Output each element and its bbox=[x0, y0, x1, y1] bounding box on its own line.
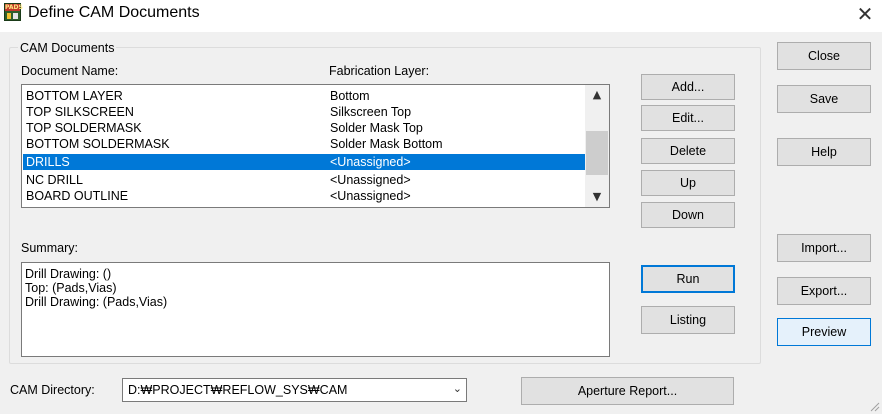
import-button[interactable]: Import... bbox=[777, 234, 871, 262]
document-name: BOTTOM SOLDERMASK bbox=[26, 137, 170, 151]
fabrication-layer: <Unassigned> bbox=[330, 189, 411, 203]
pads-app-icon: PADS bbox=[4, 3, 23, 21]
down-button[interactable]: Down bbox=[641, 202, 735, 228]
summary-box[interactable]: Drill Drawing: () Top: (Pads,Vias) Drill… bbox=[21, 262, 610, 357]
list-item[interactable]: NC DRILL <Unassigned> bbox=[23, 172, 585, 188]
fabrication-layer: Solder Mask Bottom bbox=[330, 137, 443, 151]
fabrication-layer-header: Fabrication Layer: bbox=[329, 64, 430, 78]
preview-button[interactable]: Preview bbox=[777, 318, 871, 346]
edit-button[interactable]: Edit... bbox=[641, 105, 735, 131]
resize-grip-icon[interactable] bbox=[868, 400, 880, 412]
document-name: NC DRILL bbox=[26, 173, 83, 187]
summary-line: Top: (Pads,Vias) bbox=[25, 281, 117, 295]
export-button[interactable]: Export... bbox=[777, 277, 871, 305]
help-button[interactable]: Help bbox=[777, 138, 871, 166]
app-icon-chip bbox=[7, 13, 11, 19]
cam-directory-label: CAM Directory: bbox=[10, 383, 95, 397]
scroll-up-icon[interactable]: ▲ bbox=[585, 85, 609, 105]
aperture-report-button[interactable]: Aperture Report... bbox=[521, 377, 734, 405]
list-item[interactable]: BOARD OUTLINE <Unassigned> bbox=[23, 188, 585, 204]
document-name-header: Document Name: bbox=[21, 64, 119, 78]
fabrication-layer: <Unassigned> bbox=[330, 155, 411, 169]
document-name: TOP SILKSCREEN bbox=[26, 105, 134, 119]
delete-button[interactable]: Delete bbox=[641, 138, 735, 164]
fabrication-layer: Solder Mask Top bbox=[330, 121, 423, 135]
document-name: BOARD OUTLINE bbox=[26, 189, 129, 203]
scroll-down-icon[interactable]: ▼ bbox=[585, 187, 609, 207]
fabrication-layer: Silkscreen Top bbox=[330, 105, 412, 119]
list-item[interactable]: BOTTOM LAYER Bottom bbox=[23, 88, 585, 104]
summary-line: Drill Drawing: (Pads,Vias) bbox=[25, 295, 168, 309]
summary-line: Drill Drawing: () bbox=[25, 267, 112, 281]
fabrication-layer: Bottom bbox=[330, 89, 370, 103]
list-item[interactable]: BOTTOM SOLDERMASK Solder Mask Bottom bbox=[23, 136, 585, 152]
scroll-thumb[interactable] bbox=[586, 131, 608, 175]
run-button[interactable]: Run bbox=[641, 265, 735, 293]
listing-button[interactable]: Listing bbox=[641, 306, 735, 334]
list-scrollbar[interactable]: ▲ ▼ bbox=[585, 85, 609, 207]
document-name: DRILLS bbox=[26, 155, 70, 169]
save-button[interactable]: Save bbox=[777, 85, 871, 113]
document-list[interactable]: BOTTOM LAYER Bottom TOP SILKSCREEN Silks… bbox=[21, 84, 610, 208]
close-button[interactable]: Close bbox=[777, 42, 871, 70]
title-bar: PADS Define CAM Documents ✕ bbox=[0, 0, 882, 32]
app-icon-label: PADS bbox=[5, 4, 23, 11]
up-button[interactable]: Up bbox=[641, 170, 735, 196]
list-item[interactable]: TOP SOLDERMASK Solder Mask Top bbox=[23, 120, 585, 136]
cam-documents-group-title: CAM Documents bbox=[18, 41, 117, 55]
window-title: Define CAM Documents bbox=[28, 4, 200, 21]
cam-directory-combo[interactable]: D:₩PROJECT₩REFLOW_SYS₩CAM ⌄ bbox=[122, 378, 467, 402]
list-item-selected[interactable]: DRILLS <Unassigned> bbox=[23, 154, 585, 170]
cam-directory-value: D:₩PROJECT₩REFLOW_SYS₩CAM bbox=[128, 383, 348, 397]
chevron-down-icon[interactable]: ⌄ bbox=[453, 382, 462, 395]
add-button[interactable]: Add... bbox=[641, 74, 735, 100]
list-item[interactable]: TOP SILKSCREEN Silkscreen Top bbox=[23, 104, 585, 120]
close-icon[interactable]: ✕ bbox=[852, 2, 878, 26]
summary-label: Summary: bbox=[21, 241, 78, 255]
fabrication-layer: <Unassigned> bbox=[330, 173, 411, 187]
document-name: TOP SOLDERMASK bbox=[26, 121, 142, 135]
document-name: BOTTOM LAYER bbox=[26, 89, 123, 103]
app-icon-chip bbox=[13, 13, 18, 19]
